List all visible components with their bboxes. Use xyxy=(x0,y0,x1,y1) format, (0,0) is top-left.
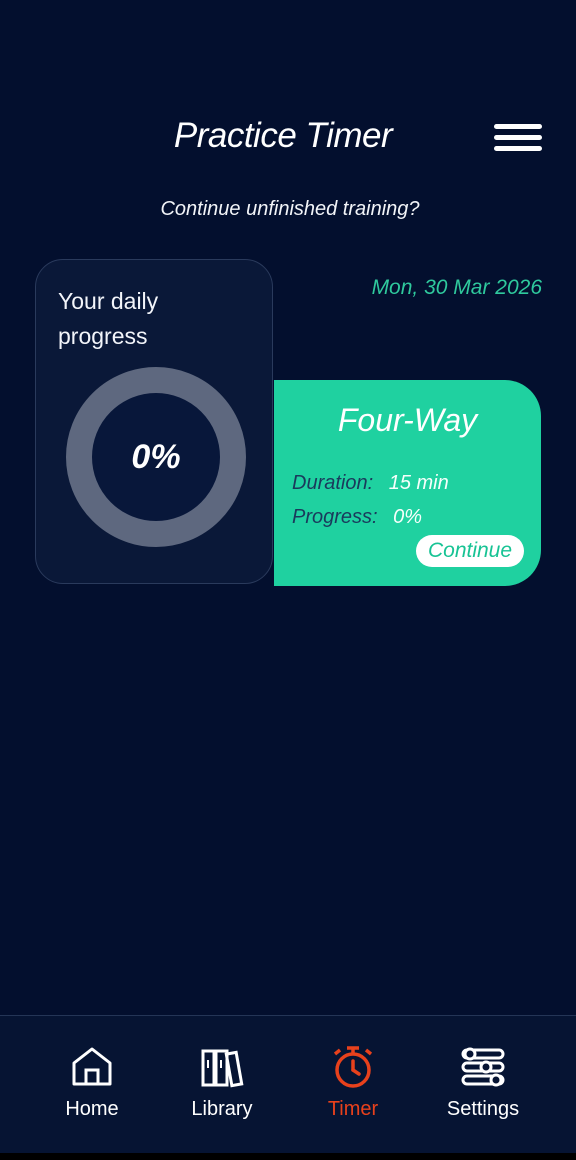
current-date: Mon, 30 Mar 2026 xyxy=(371,276,542,299)
unfinished-session-card: Four-Way Duration: 15 min Progress: 0% C… xyxy=(274,380,541,586)
settings-icon xyxy=(461,1047,505,1087)
page-title: Practice Timer xyxy=(173,116,393,155)
daily-progress-ring: 0% xyxy=(66,367,246,547)
session-duration-row: Duration: 15 min xyxy=(292,472,449,495)
session-title: Four-Way xyxy=(337,402,478,438)
continue-button[interactable]: Continue xyxy=(416,535,524,567)
duration-label: Duration: xyxy=(292,472,374,494)
session-progress-row: Progress: 0% xyxy=(292,506,422,529)
session-progress-label: Progress: xyxy=(292,506,378,528)
daily-progress-card: Your daily progress 0% xyxy=(35,259,273,584)
nav-label-settings: Settings xyxy=(446,1098,520,1120)
home-icon xyxy=(72,1047,112,1086)
system-bar xyxy=(0,1153,576,1160)
library-icon xyxy=(201,1049,244,1088)
hamburger-menu-icon[interactable] xyxy=(494,124,542,154)
nav-item-home[interactable]: Home xyxy=(37,1044,147,1128)
nav-label-library: Library xyxy=(191,1098,253,1120)
continue-training-prompt: Continue unfinished training? xyxy=(160,198,420,220)
nav-item-timer[interactable]: Timer xyxy=(298,1044,408,1128)
nav-label-home: Home xyxy=(65,1098,119,1120)
nav-label-timer: Timer xyxy=(327,1098,379,1120)
nav-item-settings[interactable]: Settings xyxy=(428,1044,538,1128)
duration-value: 15 min xyxy=(388,472,449,494)
bottom-navigation: Home Library Timer Settings xyxy=(0,1015,576,1154)
session-progress-value: 0% xyxy=(393,506,423,528)
daily-progress-value: 0% xyxy=(131,437,181,476)
daily-progress-label: Your daily progress xyxy=(58,288,159,349)
timer-icon xyxy=(333,1046,373,1088)
nav-item-library[interactable]: Library xyxy=(167,1044,277,1128)
